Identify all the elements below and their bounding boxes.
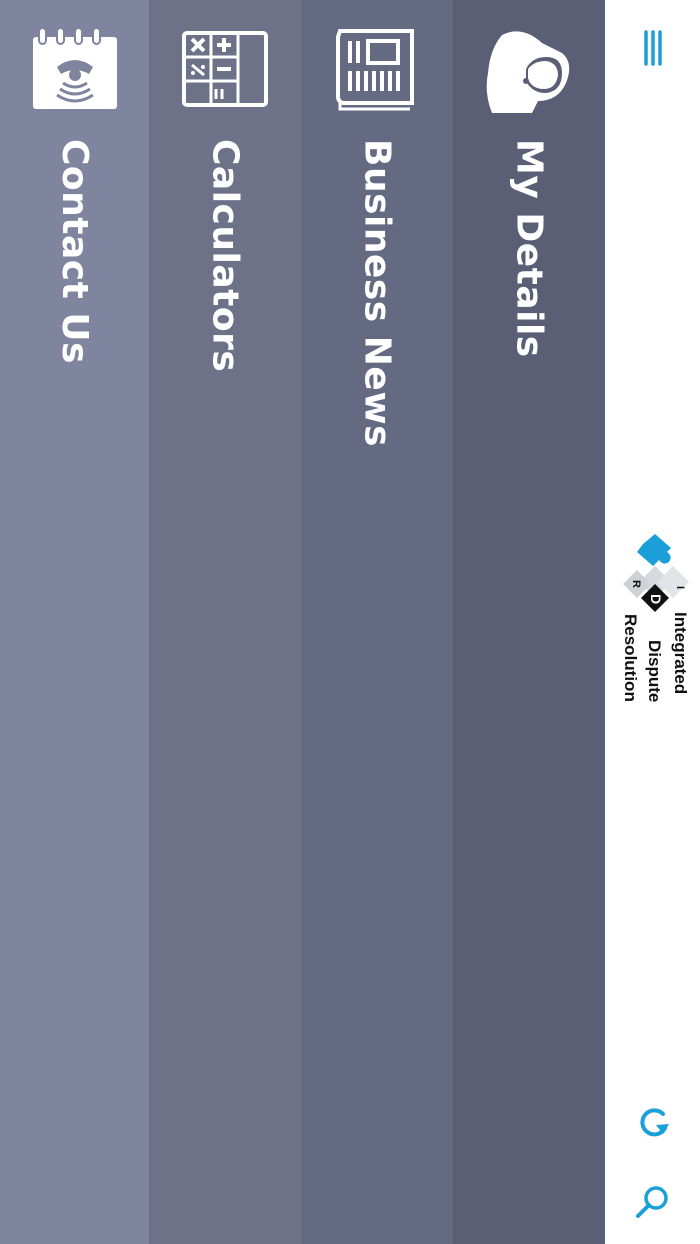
contact-us-label: Contact Us xyxy=(54,139,95,365)
calculators-tile[interactable]: Calculators xyxy=(149,0,301,1244)
user-profile-icon xyxy=(486,31,570,113)
logo-mark-letter-i: I xyxy=(674,586,686,589)
calculator-icon xyxy=(182,31,268,107)
hamburger-menu-icon[interactable] xyxy=(633,28,673,68)
sidebar: I D R Integrated Dispute Resolution xyxy=(605,0,700,1244)
calculators-label: Calculators xyxy=(204,139,246,373)
logo-text-line2: Dispute xyxy=(645,640,664,703)
my-details-tile[interactable]: My Details xyxy=(453,0,605,1244)
my-details-label: My Details xyxy=(508,139,550,358)
contact-us-tile[interactable]: Contact Us xyxy=(0,0,149,1244)
contact-phone-icon xyxy=(32,27,117,109)
logo-mark-letter-d: D xyxy=(648,594,664,604)
business-news-tile[interactable]: Business News xyxy=(301,0,453,1244)
newspaper-icon xyxy=(336,29,414,111)
business-news-label: Business News xyxy=(356,139,398,447)
logo-text-line3: Resolution xyxy=(621,614,640,702)
logo-text-line1: Integrated xyxy=(671,612,690,695)
search-icon[interactable] xyxy=(633,1182,673,1222)
refresh-icon[interactable] xyxy=(633,1102,673,1142)
logo-mark-letter-r: R xyxy=(630,580,642,588)
